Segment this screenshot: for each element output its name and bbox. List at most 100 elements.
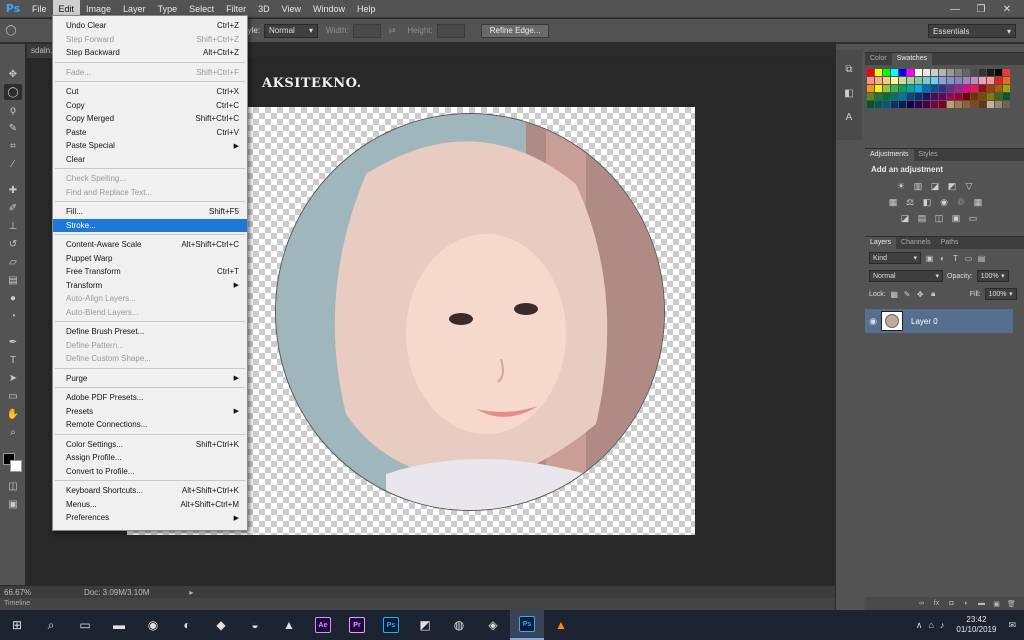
swatch-color[interactable] <box>907 77 914 84</box>
swatch-color[interactable] <box>947 69 954 76</box>
lock-position-icon[interactable]: ✥ <box>916 290 925 299</box>
swatch-color[interactable] <box>995 93 1002 100</box>
swatch-color[interactable] <box>915 101 922 108</box>
swatch-color[interactable] <box>939 93 946 100</box>
menu-item-paste-special[interactable]: Paste Special ▶ <box>53 139 247 152</box>
swatch-color[interactable] <box>891 101 898 108</box>
swatch-color[interactable] <box>923 101 930 108</box>
menu-item-convert-to-profile[interactable]: Convert to Profile... <box>53 465 247 478</box>
swatch-color[interactable] <box>907 85 914 92</box>
swatch-color[interactable] <box>923 69 930 76</box>
levels-icon[interactable]: ▥ <box>912 180 924 192</box>
tab-channels[interactable]: Channels <box>896 237 936 249</box>
status-arrow-icon[interactable]: ▸ <box>189 588 193 597</box>
layer-filter-select[interactable]: Kind ▾ <box>869 252 921 264</box>
swatch-color[interactable] <box>987 69 994 76</box>
properties-panel-icon[interactable]: ◧ <box>842 86 856 100</box>
photo-filter-icon[interactable]: ◉ <box>938 196 950 208</box>
taskbar-vlc-icon[interactable]: ▲ <box>544 610 578 640</box>
taskbar-photoshop-icon[interactable]: Ps <box>510 610 544 640</box>
swatch-color[interactable] <box>899 101 906 108</box>
menu-item-color-settings[interactable]: Color Settings... Shift+Ctrl+K <box>53 438 247 451</box>
menu-item-undo-clear[interactable]: Undo Clear Ctrl+Z <box>53 19 247 32</box>
layer-name[interactable]: Layer 0 <box>911 317 938 326</box>
swatch-color[interactable] <box>947 77 954 84</box>
swatch-color[interactable] <box>899 93 906 100</box>
swatch-color[interactable] <box>923 85 930 92</box>
menu-item-puppet-warp[interactable]: Puppet Warp <box>53 252 247 265</box>
gradient-map-icon[interactable]: ▭ <box>967 212 979 224</box>
swatch-color[interactable] <box>867 93 874 100</box>
swatch-color[interactable] <box>907 69 914 76</box>
taskbar-app-2-icon[interactable]: ◐ <box>170 610 204 640</box>
tab-color[interactable]: Color <box>865 53 892 65</box>
lock-image-icon[interactable]: ✎ <box>903 290 912 299</box>
menu-item-define-brush-preset[interactable]: Define Brush Preset... <box>53 325 247 338</box>
menu-item-cut[interactable]: Cut Ctrl+X <box>53 85 247 98</box>
swatch-color[interactable] <box>875 85 882 92</box>
swatch-color[interactable] <box>955 77 962 84</box>
quick-mask-icon[interactable]: ◫ <box>4 478 22 494</box>
ellipse-marquee-icon[interactable]: ◯ <box>0 23 22 39</box>
maximize-button[interactable]: ❐ <box>970 2 992 16</box>
swatch-color[interactable] <box>875 101 882 108</box>
dodge-tool-icon[interactable]: ◔ <box>4 308 22 324</box>
swatch-color[interactable] <box>891 69 898 76</box>
taskbar-search-icon[interactable]: ⌕ <box>34 610 68 640</box>
lock-all-icon[interactable]: 🔒︎ <box>929 289 938 299</box>
style-select[interactable]: Normal ▾ <box>264 23 319 38</box>
swatch-color[interactable] <box>963 93 970 100</box>
swatch-color[interactable] <box>931 85 938 92</box>
swatch-color[interactable] <box>947 93 954 100</box>
menu-item-paste[interactable]: Paste Ctrl+V <box>53 126 247 139</box>
taskbar-start-icon[interactable]: ⊞ <box>0 610 34 640</box>
filter-pixel-icon[interactable]: ▣ <box>925 254 934 263</box>
menu-item-free-transform[interactable]: Free Transform Ctrl+T <box>53 265 247 278</box>
type-tool-icon[interactable]: T <box>4 352 22 368</box>
swatch-color[interactable] <box>939 85 946 92</box>
blur-tool-icon[interactable]: ● <box>4 290 22 306</box>
swatch-color[interactable] <box>971 69 978 76</box>
swatch-color[interactable] <box>963 85 970 92</box>
swatch-color[interactable] <box>1003 85 1010 92</box>
swatch-color[interactable] <box>931 77 938 84</box>
tray-chevron-icon[interactable]: ∧ <box>916 620 923 631</box>
menu-item-remote-connections[interactable]: Remote Connections... <box>53 418 247 431</box>
new-layer-icon[interactable]: ▣ <box>992 599 1001 608</box>
menu-item-transform[interactable]: Transform ▶ <box>53 279 247 292</box>
menu-item-stroke[interactable]: Stroke... <box>53 218 247 232</box>
swatch-color[interactable] <box>923 93 930 100</box>
filter-smart-icon[interactable]: ▤ <box>977 254 986 263</box>
swatch-color[interactable] <box>947 85 954 92</box>
tab-paths[interactable]: Paths <box>936 237 964 249</box>
zoom-level[interactable]: 66.67% <box>4 588 54 597</box>
swatch-color[interactable] <box>915 85 922 92</box>
taskbar-chrome-icon[interactable]: ◉ <box>136 610 170 640</box>
brush-tool-icon[interactable]: ✐ <box>4 200 22 216</box>
notifications-icon[interactable]: ✉ <box>1008 620 1016 631</box>
screen-mode-icon[interactable]: ▣ <box>4 496 22 512</box>
layer-style-icon[interactable]: fx <box>932 599 941 608</box>
menu-item-preferences[interactable]: Preferences ▶ <box>53 511 247 524</box>
swatch-color[interactable] <box>931 101 938 108</box>
lasso-tool-icon[interactable]: ϙ <box>4 102 22 118</box>
swatch-color[interactable] <box>939 69 946 76</box>
taskbar-after-effects-icon[interactable]: Ae <box>306 610 340 640</box>
layer-row[interactable]: ◉ Layer 0 <box>865 309 1013 333</box>
menu-item-keyboard-shortcuts[interactable]: Keyboard Shortcuts... Alt+Shift+Ctrl+K <box>53 484 247 497</box>
exposure-icon[interactable]: ◩ <box>946 180 958 192</box>
marquee-tool-icon[interactable]: ◯ <box>4 84 22 100</box>
menu-item-clear[interactable]: Clear <box>53 153 247 166</box>
swatch-color[interactable] <box>995 77 1002 84</box>
quick-select-tool-icon[interactable]: ✎ <box>4 120 22 136</box>
taskbar-app-4-icon[interactable]: ◒ <box>238 610 272 640</box>
swatch-color[interactable] <box>1003 77 1010 84</box>
swatch-color[interactable] <box>931 93 938 100</box>
character-panel-icon[interactable]: A <box>842 110 856 124</box>
selective-color-icon[interactable]: ▣ <box>950 212 962 224</box>
swatch-color[interactable] <box>867 69 874 76</box>
taskbar-app-5-icon[interactable]: ▲ <box>272 610 306 640</box>
swatch-color[interactable] <box>971 93 978 100</box>
swatch-color[interactable] <box>883 101 890 108</box>
filter-type-icon[interactable]: T <box>951 254 960 263</box>
